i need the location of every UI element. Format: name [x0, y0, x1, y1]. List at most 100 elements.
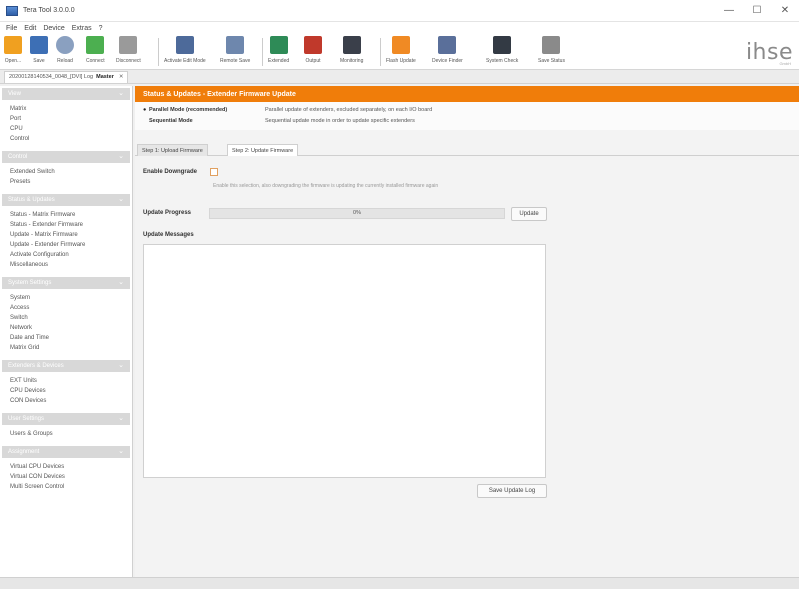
sidebar-section-title: Status & Updates	[8, 197, 55, 203]
menu-bar: File Edit Device Extras ?	[0, 22, 799, 34]
chevron-down-icon: ⌄	[118, 196, 124, 203]
toolbar-separator	[158, 38, 159, 66]
sidebar-item[interactable]: Port	[10, 114, 132, 124]
mode-option-sequential[interactable]: Sequential Mode Sequential update mode i…	[143, 118, 415, 124]
sidebar-item[interactable]: CPU	[10, 124, 132, 134]
update-button[interactable]: Update	[511, 207, 547, 221]
document-tab-mode: Master	[96, 74, 114, 80]
tab-step-1[interactable]: Step 1: Upload Firmware	[137, 144, 208, 156]
sidebar-item[interactable]: CON Devices	[10, 396, 132, 406]
maximize-button[interactable]: ☐	[743, 5, 771, 16]
toolbar: Open... Save Reload Connect Disconnect A…	[0, 34, 799, 70]
sidebar-item[interactable]: Presets	[10, 177, 132, 187]
save-update-log-button[interactable]: Save Update Log	[477, 484, 547, 498]
sidebar-item[interactable]: Activate Configuration	[10, 250, 132, 260]
update-messages-label: Update Messages	[143, 232, 194, 238]
device-finder-button[interactable]: Device Finder	[432, 36, 463, 68]
sidebar-section-header[interactable]: Status & Updates ⌄	[2, 194, 130, 206]
chevron-down-icon: ⌄	[118, 415, 124, 422]
sidebar-section-header[interactable]: Assignment ⌄	[2, 446, 130, 458]
sidebar-section-items: Users & Groups	[0, 425, 132, 444]
sidebar-section-title: Control	[8, 154, 28, 160]
sidebar-item[interactable]: Virtual CON Devices	[10, 472, 132, 482]
update-progress-bar: 0%	[209, 208, 505, 219]
menu-device[interactable]: Device	[43, 25, 64, 32]
progress-text: 0%	[353, 210, 361, 216]
sidebar-section-header[interactable]: User Settings ⌄	[2, 413, 130, 425]
sidebar-item[interactable]: Access	[10, 303, 132, 313]
sidebar-section-header[interactable]: Control ⌄	[2, 151, 130, 163]
monitoring-button[interactable]: Monitoring	[340, 36, 363, 68]
sidebar-item[interactable]: Multi Screen Control	[10, 482, 132, 492]
sidebar-section-items: System Access Switch Network Date and Time Ma…	[0, 289, 132, 358]
sidebar-item[interactable]: Switch	[10, 313, 132, 323]
menu-help[interactable]: ?	[99, 25, 103, 32]
edit-mode-icon	[175, 36, 194, 54]
page-title: Status & Updates - Extender Firmware Upd…	[135, 86, 799, 102]
sidebar-section-items: Status - Matrix Firmware Status - Extende…	[0, 206, 132, 275]
sidebar-item[interactable]: Virtual CPU Devices	[10, 462, 132, 472]
sidebar-section-header[interactable]: Extenders & Devices ⌄	[2, 360, 130, 372]
sidebar-item[interactable]: Network	[10, 323, 132, 333]
sidebar-section-header[interactable]: View ⌄	[2, 88, 130, 100]
sidebar-item[interactable]: Update - Matrix Firmware	[10, 230, 132, 240]
document-tab-name: 20200128140534_0048_[DVI] Log	[9, 74, 94, 80]
extended-button[interactable]: Extended	[268, 36, 289, 68]
save-status-button[interactable]: Save Status	[538, 36, 565, 68]
sidebar-item[interactable]: CPU Devices	[10, 386, 132, 396]
mode-option-parallel[interactable]: ● Parallel Mode (recommended) Parallel u…	[143, 107, 432, 113]
downgrade-hint: Enable this selection, also downgrading …	[213, 183, 439, 189]
window-title: Tera Tool 3.0.0.0	[23, 7, 75, 14]
chevron-down-icon: ⌄	[118, 279, 124, 286]
mode-name: Parallel Mode (recommended)	[149, 107, 228, 113]
sidebar-item[interactable]: Status - Extender Firmware	[10, 220, 132, 230]
sidebar-section-items: EXT Units CPU Devices CON Devices	[0, 372, 132, 411]
flash-update-icon	[391, 36, 410, 54]
sidebar-item[interactable]: Date and Time	[10, 333, 132, 343]
document-tab-strip: 20200128140534_0048_[DVI] Log Master ✕	[0, 70, 799, 84]
sidebar-item[interactable]: System	[10, 293, 132, 303]
toolbar-separator	[380, 38, 381, 66]
sidebar-item[interactable]: EXT Units	[10, 376, 132, 386]
activate-edit-mode-button[interactable]: Activate Edit Mode	[164, 36, 206, 68]
remote-save-button[interactable]: Remote Save	[220, 36, 250, 68]
sidebar-item[interactable]: Matrix	[10, 104, 132, 114]
app-icon	[6, 5, 18, 16]
sidebar-item[interactable]: Update - Extender Firmware	[10, 240, 132, 250]
sidebar-section-header[interactable]: System Settings ⌄	[2, 277, 130, 289]
sidebar-item[interactable]: Status - Matrix Firmware	[10, 210, 132, 220]
reload-icon	[56, 36, 74, 54]
document-tab[interactable]: 20200128140534_0048_[DVI] Log Master ✕	[4, 70, 129, 83]
menu-file[interactable]: File	[6, 25, 17, 32]
disconnect-icon	[119, 36, 138, 54]
mode-description: Parallel update of extenders, excluded s…	[265, 107, 433, 113]
sidebar-section-items: Extended Switch Presets	[0, 163, 132, 192]
sidebar-item[interactable]: Extended Switch	[10, 167, 132, 177]
device-finder-icon	[438, 36, 457, 54]
sidebar-item[interactable]: Miscellaneous	[10, 260, 132, 270]
flash-update-button[interactable]: Flash Update	[386, 36, 416, 68]
save-status-icon	[542, 36, 561, 54]
reload-button[interactable]: Reload	[56, 36, 74, 68]
minimize-button[interactable]: —	[715, 5, 743, 16]
update-messages-area[interactable]	[143, 244, 546, 478]
tab-step-2[interactable]: Step 2: Update Firmware	[227, 144, 299, 156]
output-button[interactable]: Output	[304, 36, 322, 68]
sidebar-item[interactable]: Control	[10, 134, 132, 144]
system-check-button[interactable]: System Check	[486, 36, 518, 68]
step-tabs: Step 1: Upload Firmware Step 2: Update F…	[135, 144, 799, 156]
menu-edit[interactable]: Edit	[24, 25, 36, 32]
open-button[interactable]: Open...	[4, 36, 22, 68]
window-titlebar: Tera Tool 3.0.0.0 — ☐ ✕	[0, 0, 799, 22]
enable-downgrade-checkbox[interactable]	[210, 168, 218, 176]
menu-extras[interactable]: Extras	[72, 25, 92, 32]
connect-button[interactable]: Connect	[86, 36, 105, 68]
ihse-logo-sub: GmbH	[779, 61, 791, 66]
update-mode-panel: ● Parallel Mode (recommended) Parallel u…	[135, 102, 799, 130]
sidebar-item[interactable]: Users & Groups	[10, 429, 132, 439]
save-button[interactable]: Save	[30, 36, 48, 68]
close-tab-icon[interactable]: ✕	[119, 74, 124, 80]
disconnect-button[interactable]: Disconnect	[116, 36, 141, 68]
close-window-button[interactable]: ✕	[771, 5, 799, 16]
sidebar-item[interactable]: Matrix Grid	[10, 343, 132, 353]
